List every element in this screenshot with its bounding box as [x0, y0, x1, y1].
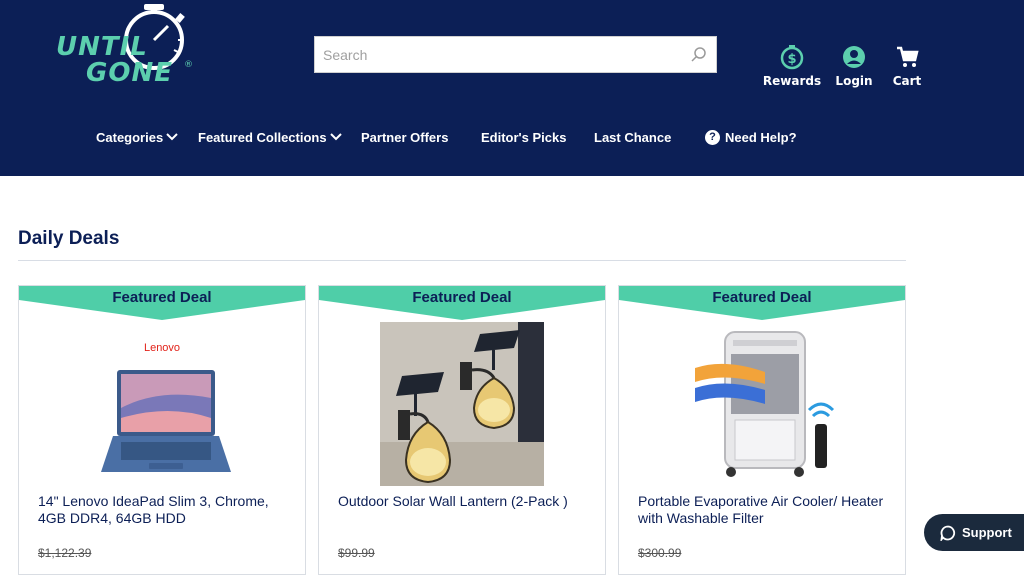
product-title[interactable]: Portable Evaporative Air Cooler/ Heater … [638, 493, 898, 527]
rewards-button[interactable]: $ Rewards [762, 44, 822, 94]
nav-featured-collections[interactable]: Featured Collections [198, 128, 342, 146]
air-cooler-image [695, 331, 835, 477]
ribbon-label: Featured Deal [712, 289, 812, 306]
chevron-down-icon [166, 133, 178, 141]
nav-last-chance[interactable]: Last Chance [594, 128, 671, 146]
chevron-down-icon [329, 133, 342, 141]
user-circle-icon [843, 46, 865, 68]
nav-partner-offers[interactable]: Partner Offers [361, 128, 448, 146]
logo-line-2: GONE [86, 58, 173, 88]
question-circle-icon: ? [705, 129, 720, 145]
nav-label: Last Chance [594, 129, 672, 145]
site-logo[interactable]: UNTIL GONE ® [56, 4, 206, 88]
rewards-label: Rewards [762, 74, 822, 88]
login-button[interactable]: Login [834, 44, 874, 94]
deal-card[interactable]: Featured Deal Outdoor Solar Wall Lantern… [318, 285, 606, 575]
product-title[interactable]: 14" Lenovo IdeaPad Slim 3, Chrome, 4GB D… [38, 493, 298, 527]
svg-text:$: $ [787, 52, 796, 67]
lantern-image [380, 322, 544, 486]
dollar-circle-icon: $ [780, 45, 804, 70]
nav-need-help[interactable]: ? Need Help? [705, 128, 797, 146]
brand-logo: Lenovo [143, 342, 181, 354]
ribbon-label: Featured Deal [112, 289, 212, 306]
nav-label: Categories [96, 129, 164, 145]
search-box [314, 36, 717, 73]
cart-button[interactable]: Cart [888, 44, 926, 94]
nav-label: Need Help? [725, 129, 797, 145]
support-button[interactable]: Support [924, 514, 1024, 551]
site-header: UNTIL GONE ® $ Rewards Login [0, 0, 1024, 176]
product-price: $300.99 [638, 546, 682, 560]
product-price: $99.99 [338, 546, 375, 560]
search-icon[interactable] [690, 46, 708, 64]
product-title[interactable]: Outdoor Solar Wall Lantern (2-Pack ) [338, 493, 598, 510]
section-title: Daily Deals [18, 228, 120, 249]
cart-label: Cart [892, 74, 922, 88]
product-price: $1,122.39 [38, 546, 92, 560]
search-input[interactable] [315, 37, 685, 72]
cart-icon [897, 46, 919, 67]
nav-label: Editor's Picks [481, 129, 567, 145]
deal-card[interactable]: Featured Deal Lenovo 14" Lenovo IdeaPad … [18, 285, 306, 575]
section-divider [18, 260, 906, 261]
deal-card[interactable]: Featured Deal Portable Evaporative Air C… [618, 285, 906, 575]
logo-registered-mark: ® [184, 60, 193, 70]
ribbon-label: Featured Deal [412, 289, 512, 306]
nav-label: Featured Collections [198, 129, 327, 145]
nav-label: Partner Offers [361, 129, 449, 145]
login-label: Login [835, 74, 873, 88]
nav-editors-picks[interactable]: Editor's Picks [481, 128, 566, 146]
laptop-image [101, 370, 231, 472]
support-label: Support [962, 525, 1012, 540]
logo-line-1: UNTIL [56, 32, 148, 62]
chat-bubble-icon [940, 525, 956, 541]
nav-categories[interactable]: Categories [96, 128, 178, 146]
